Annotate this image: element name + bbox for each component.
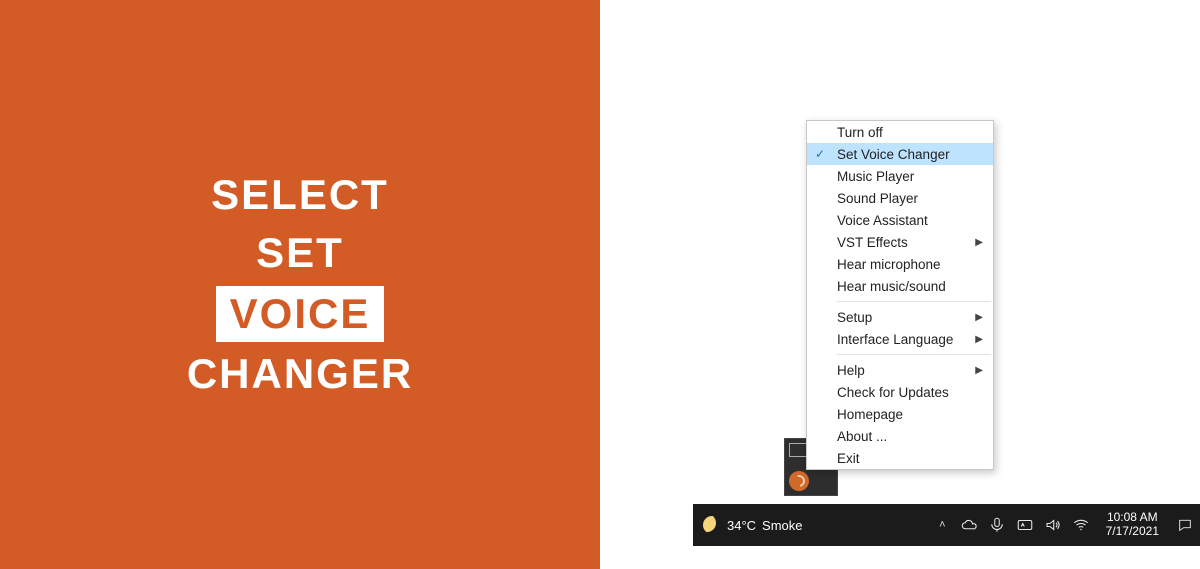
wifi-icon[interactable] (1072, 516, 1090, 534)
menu-item-label: About ... (837, 429, 887, 444)
clock-date: 7/17/2021 (1106, 525, 1159, 539)
menu-hear-music-sound[interactable]: Hear music/sound (807, 275, 993, 297)
monitor-icon[interactable] (789, 443, 807, 457)
menu-separator (837, 301, 991, 302)
tray-context-menu: Turn off ✓ Set Voice Changer Music Playe… (806, 120, 994, 470)
menu-hear-microphone[interactable]: Hear microphone (807, 253, 993, 275)
weather-widget[interactable]: 34°C Smoke (693, 516, 813, 534)
menu-vst-effects[interactable]: VST Effects ▶ (807, 231, 993, 253)
menu-setup[interactable]: Setup ▶ (807, 306, 993, 328)
menu-homepage[interactable]: Homepage (807, 403, 993, 425)
menu-item-label: Set Voice Changer (837, 147, 950, 162)
hero-line-1: SELECT (211, 169, 389, 222)
menu-item-label: Hear microphone (837, 257, 941, 272)
menu-item-label: Check for Updates (837, 385, 949, 400)
chevron-right-icon: ▶ (975, 334, 983, 345)
menu-item-label: Exit (837, 451, 860, 466)
hero-panel: SELECT SET VOICE CHANGER (0, 0, 600, 569)
menu-turn-off[interactable]: Turn off (807, 121, 993, 143)
menu-item-label: Turn off (837, 125, 883, 140)
chevron-right-icon: ▶ (975, 237, 983, 248)
hero-line-3: VOICE (216, 286, 385, 343)
menu-interface-language[interactable]: Interface Language ▶ (807, 328, 993, 350)
weather-label: Smoke (762, 518, 802, 533)
weather-temp: 34°C (727, 518, 756, 533)
input-language-icon[interactable] (1016, 516, 1034, 534)
menu-check-updates[interactable]: Check for Updates (807, 381, 993, 403)
microphone-icon[interactable] (988, 516, 1006, 534)
menu-item-label: Voice Assistant (837, 213, 928, 228)
menu-item-label: Setup (837, 310, 872, 325)
tray-overflow-button[interactable]: ˄ (935, 519, 949, 531)
hero-line-4: CHANGER (187, 348, 413, 401)
hero-text: SELECT SET VOICE CHANGER (187, 169, 413, 401)
menu-item-label: Hear music/sound (837, 279, 946, 294)
cloud-icon[interactable] (960, 516, 978, 534)
system-tray: ˄ 10:08 AM 7/17/2021 (927, 504, 1200, 546)
menu-exit[interactable]: Exit (807, 447, 993, 469)
menu-help[interactable]: Help ▶ (807, 359, 993, 381)
taskbar: 34°C Smoke ˄ 10:08 AM 7/17/2021 (693, 504, 1200, 546)
volume-icon[interactable] (1044, 516, 1062, 534)
menu-separator (837, 354, 991, 355)
chevron-right-icon: ▶ (975, 365, 983, 376)
menu-sound-player[interactable]: Sound Player (807, 187, 993, 209)
menu-music-player[interactable]: Music Player (807, 165, 993, 187)
weather-moon-icon (703, 516, 721, 534)
app-spiral-icon[interactable] (789, 471, 809, 491)
menu-item-label: Music Player (837, 169, 914, 184)
menu-item-label: Help (837, 363, 865, 378)
menu-item-label: Interface Language (837, 332, 953, 347)
menu-voice-assistant[interactable]: Voice Assistant (807, 209, 993, 231)
menu-item-label: Homepage (837, 407, 903, 422)
clock-time: 10:08 AM (1107, 511, 1158, 525)
chevron-right-icon: ▶ (975, 312, 983, 323)
taskbar-clock[interactable]: 10:08 AM 7/17/2021 (1100, 511, 1165, 539)
notifications-button[interactable] (1175, 504, 1195, 546)
check-icon: ✓ (815, 147, 825, 161)
menu-item-label: Sound Player (837, 191, 918, 206)
menu-about[interactable]: About ... (807, 425, 993, 447)
menu-set-voice-changer[interactable]: ✓ Set Voice Changer (807, 143, 993, 165)
menu-item-label: VST Effects (837, 235, 908, 250)
hero-line-2: SET (256, 227, 344, 280)
